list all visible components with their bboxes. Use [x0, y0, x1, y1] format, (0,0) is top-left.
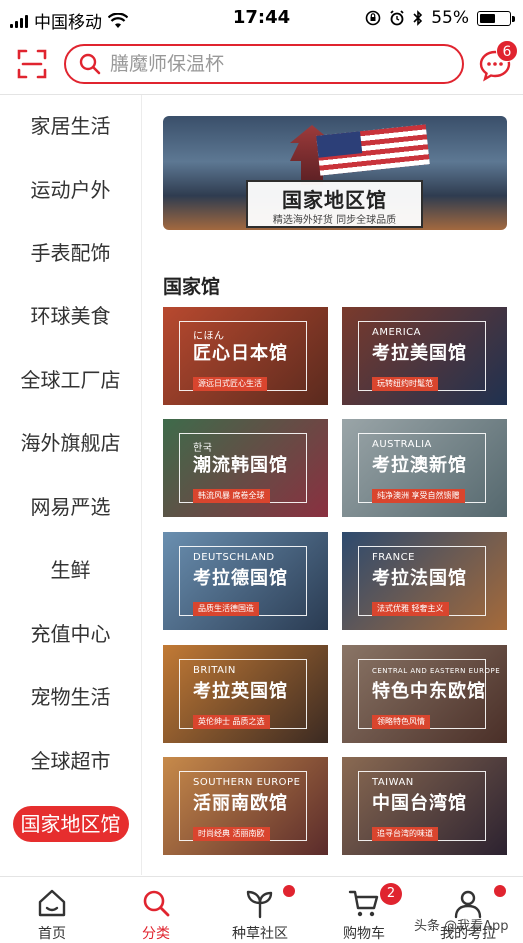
pavilion-tile-taiwan[interactable]: TAIWAN 中国台湾馆 追寻台湾的味道: [342, 757, 507, 855]
banner-title: 国家地区馆: [282, 188, 387, 212]
tile-title: 中国台湾馆: [372, 793, 467, 814]
tile-tagline: 纯净澳洲 享受自然馈赠: [372, 489, 465, 503]
tile-tagline: 领略特色风情: [372, 715, 430, 729]
bluetooth-icon: [413, 10, 423, 26]
tile-title: 考拉美国馆: [372, 343, 467, 364]
search-header: 6: [0, 36, 523, 95]
tile-english-name: CENTRAL AND EASTERN EUROPE: [372, 667, 501, 675]
sidebar-item-pet-life[interactable]: 宠物生活: [0, 677, 141, 717]
search-input[interactable]: [108, 52, 442, 76]
sidebar-item-label: 充值中心: [30, 622, 111, 646]
tile-title: 活丽南欧馆: [193, 793, 288, 814]
tile-title: 潮流韩国馆: [193, 455, 288, 476]
sidebar-item-label: 手表配饰: [30, 241, 111, 265]
banner-title-box: 国家地区馆 精选海外好货 同步全球品质: [246, 180, 423, 228]
tile-title: 特色中东欧馆: [372, 681, 486, 702]
message-badge: 6: [496, 40, 518, 62]
tile-title: 考拉法国馆: [372, 568, 467, 589]
pavilion-tile-southern-europe[interactable]: SOUTHERN EUROPE 活丽南欧馆 时尚经典 活丽南欧: [163, 757, 328, 855]
pavilion-tile-central-eastern-europe[interactable]: CENTRAL AND EASTERN EUROPE 特色中东欧馆 领略特色风情: [342, 645, 507, 743]
tab-category[interactable]: 分类: [104, 877, 208, 943]
tab-label: 种草社区: [232, 926, 288, 942]
scan-icon[interactable]: [16, 48, 48, 80]
tile-title: 考拉德国馆: [193, 568, 288, 589]
tab-label: 购物车: [343, 926, 385, 942]
pavilion-tile-france[interactable]: FRANCE 考拉法国馆 法式优雅 轻奢主义: [342, 532, 507, 630]
status-bar: 中国移动 17:44 55%: [0, 0, 523, 36]
sidebar-item-netease-yanxuan[interactable]: 网易严选: [0, 487, 141, 527]
tile-tagline: 英伦绅士 品质之选: [193, 715, 270, 729]
pavilion-tile-australia[interactable]: AUSTRALIA 考拉澳新馆 纯净澳洲 享受自然馈赠: [342, 419, 507, 517]
pavilion-tile-america[interactable]: AMERICA 考拉美国馆 玩转纽约时髦范: [342, 307, 507, 405]
category-sidebar: 家居生活 运动户外 手表配饰 环球美食 全球工厂店 海外旗舰店 网易严选 生鲜 …: [0, 95, 142, 875]
status-right: 55%: [365, 8, 515, 28]
tile-tagline: 品质生活德国造: [193, 602, 259, 616]
sidebar-item-watches-accessories[interactable]: 手表配饰: [0, 233, 141, 273]
tile-english-name: TAIWAN: [372, 777, 414, 788]
tab-community[interactable]: 种草社区: [208, 877, 312, 943]
tile-tagline: 追寻台湾的味道: [372, 827, 438, 841]
sidebar-item-country-pavilion[interactable]: 国家地区馆: [0, 804, 141, 844]
sidebar-item-global-food[interactable]: 环球美食: [0, 296, 141, 336]
sidebar-item-recharge[interactable]: 充值中心: [0, 614, 141, 654]
home-icon: [38, 889, 66, 917]
tile-english-name: SOUTHERN EUROPE: [193, 777, 301, 788]
tile-tagline: 源远日式匠心生活: [193, 377, 267, 391]
sidebar-item-label: 生鲜: [50, 558, 91, 582]
pavilion-tile-britain[interactable]: BRITAIN 考拉英国馆 英伦绅士 品质之选: [163, 645, 328, 743]
cart-icon: [348, 890, 379, 917]
search-icon: [79, 53, 101, 75]
sidebar-item-overseas-flagship[interactable]: 海外旗舰店: [0, 423, 141, 463]
pavilion-tile-korea[interactable]: 한국 潮流韩国馆 韩流风暴 席卷全球: [163, 419, 328, 517]
pavilion-tile-germany[interactable]: DEUTSCHLAND 考拉德国馆 品质生活德国造: [163, 532, 328, 630]
profile-notification-dot: [494, 885, 506, 897]
orientation-lock-icon: [365, 10, 381, 26]
sidebar-item-fresh[interactable]: 生鲜: [0, 550, 141, 590]
pavilion-tile-japan[interactable]: にほん 匠心日本馆 源远日式匠心生活: [163, 307, 328, 405]
tile-title: 考拉英国馆: [193, 681, 288, 702]
search-box[interactable]: [64, 44, 464, 84]
tab-cart[interactable]: 2 购物车: [312, 877, 416, 943]
sidebar-item-label: 全球超市: [30, 749, 111, 773]
sidebar-item-label: 全球工厂店: [20, 368, 121, 392]
battery-fill: [480, 13, 495, 23]
sidebar-item-label: 网易严选: [30, 495, 111, 519]
sidebar-item-label: 海外旗舰店: [20, 431, 121, 455]
sidebar-item-label: 运动户外: [30, 178, 111, 202]
battery-percent: 55%: [431, 8, 469, 28]
tile-english-name: AUSTRALIA: [372, 439, 432, 450]
watermark: 头条 @我看App: [414, 919, 509, 934]
tile-tagline: 时尚经典 活丽南欧: [193, 827, 270, 841]
sidebar-item-home-living[interactable]: 家居生活: [0, 106, 141, 146]
banner-subtitle: 精选海外好货 同步全球品质: [272, 215, 397, 226]
sidebar-item-label: 家居生活: [30, 114, 111, 138]
tile-title: 考拉澳新馆: [372, 455, 467, 476]
tab-label: 首页: [38, 926, 66, 942]
search-icon: [143, 890, 170, 917]
tile-english-name: FRANCE: [372, 552, 415, 563]
battery-icon: [477, 10, 515, 26]
tile-tagline: 韩流风暴 席卷全球: [193, 489, 270, 503]
tile-english-name: BRITAIN: [193, 665, 236, 676]
tab-home[interactable]: 首页: [0, 877, 104, 943]
sidebar-item-label: 宠物生活: [30, 685, 111, 709]
community-notification-dot: [283, 885, 295, 897]
tile-english-name: DEUTSCHLAND: [193, 552, 275, 563]
tile-english-name: AMERICA: [372, 327, 422, 338]
tab-label: 分类: [142, 926, 170, 942]
alarm-icon: [390, 10, 404, 26]
sidebar-item-label: 国家地区馆: [12, 806, 129, 842]
section-title: 国家馆: [163, 276, 221, 298]
cart-badge: 2: [380, 883, 402, 905]
sidebar-item-label: 环球美食: [30, 304, 111, 328]
tile-tagline: 法式优雅 轻奢主义: [372, 602, 449, 616]
sidebar-item-global-supermarket[interactable]: 全球超市: [0, 741, 141, 781]
tile-tagline: 玩转纽约时髦范: [372, 377, 438, 391]
tile-title: 匠心日本馆: [193, 343, 288, 364]
sidebar-item-sports-outdoor[interactable]: 运动户外: [0, 170, 141, 210]
sidebar-item-global-factory[interactable]: 全球工厂店: [0, 360, 141, 400]
sprout-icon: [246, 890, 273, 919]
